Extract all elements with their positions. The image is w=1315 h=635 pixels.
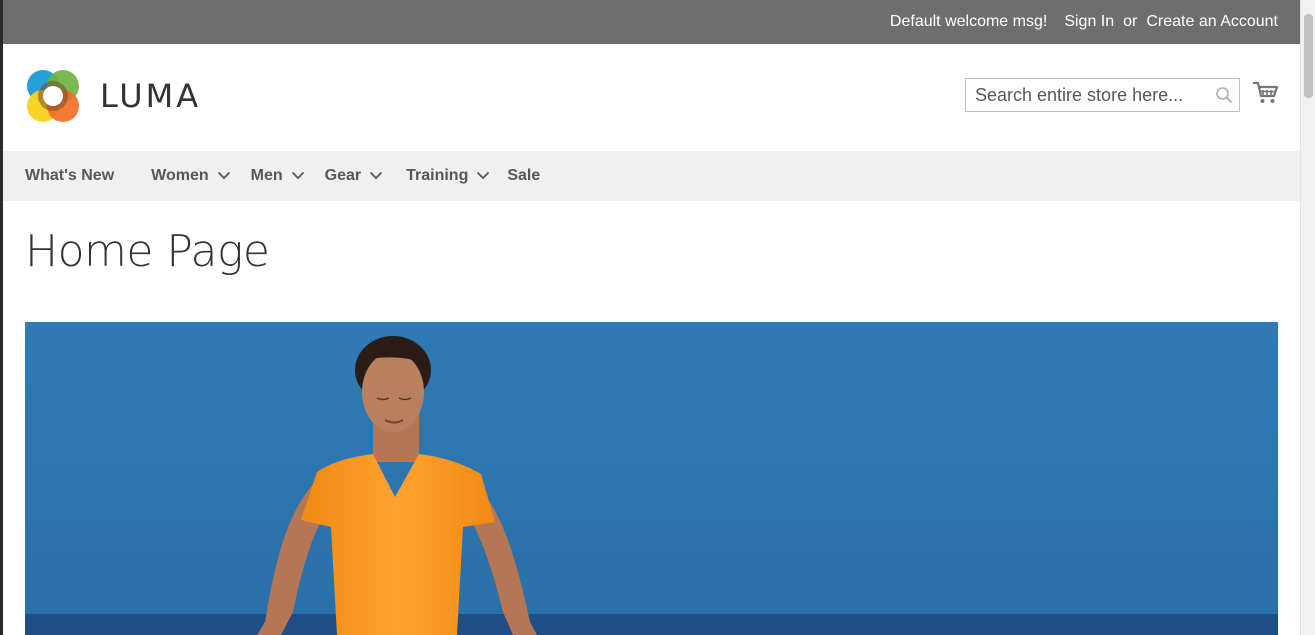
nav-item-label: Sale: [507, 167, 541, 184]
logo-text: LUMA: [100, 77, 202, 115]
nav-item-men[interactable]: Men: [251, 167, 305, 185]
vertical-scrollbar[interactable]: [1300, 0, 1315, 635]
create-account-link[interactable]: Create an Account: [1146, 13, 1278, 31]
search-input[interactable]: [966, 79, 1209, 111]
nav-item-sale[interactable]: Sale: [507, 167, 540, 185]
chevron-down-icon: [476, 167, 490, 185]
chevron-down-icon: [291, 167, 305, 185]
hero-banner-image[interactable]: [25, 322, 1278, 635]
cart-icon[interactable]: [1252, 80, 1279, 106]
window-edge: [0, 0, 3, 635]
luma-logo-icon: [27, 70, 79, 122]
top-bar: Default welcome msg! Sign In or Create a…: [3, 0, 1300, 44]
chevron-down-icon: [217, 167, 231, 185]
nav-item-whats-new[interactable]: What's New: [25, 167, 114, 185]
welcome-message: Default welcome msg!: [889, 13, 1048, 30]
page: Default welcome msg! Sign In or Create a…: [0, 0, 1300, 635]
search-box: [965, 78, 1240, 112]
chevron-down-icon: [369, 167, 383, 185]
nav-item-women[interactable]: Women: [151, 167, 230, 185]
page-title: Home Page: [25, 226, 270, 277]
main-navigation: What's New Women Men Gear Training Sale: [3, 151, 1300, 201]
or-separator: or: [1123, 13, 1138, 30]
nav-item-label: Men: [250, 167, 283, 184]
nav-item-label: Training: [406, 167, 469, 184]
header: LUMA: [3, 44, 1300, 151]
nav-item-gear[interactable]: Gear: [325, 167, 383, 185]
nav-item-label: Women: [151, 167, 209, 184]
scrollbar-thumb[interactable]: [1304, 14, 1313, 98]
search-icon[interactable]: [1209, 80, 1239, 110]
nav-item-label: Gear: [324, 167, 362, 184]
nav-item-label: What's New: [25, 167, 115, 184]
logo[interactable]: LUMA: [25, 68, 201, 124]
sign-in-link[interactable]: Sign In: [1064, 13, 1114, 31]
nav-item-training[interactable]: Training: [406, 167, 490, 185]
